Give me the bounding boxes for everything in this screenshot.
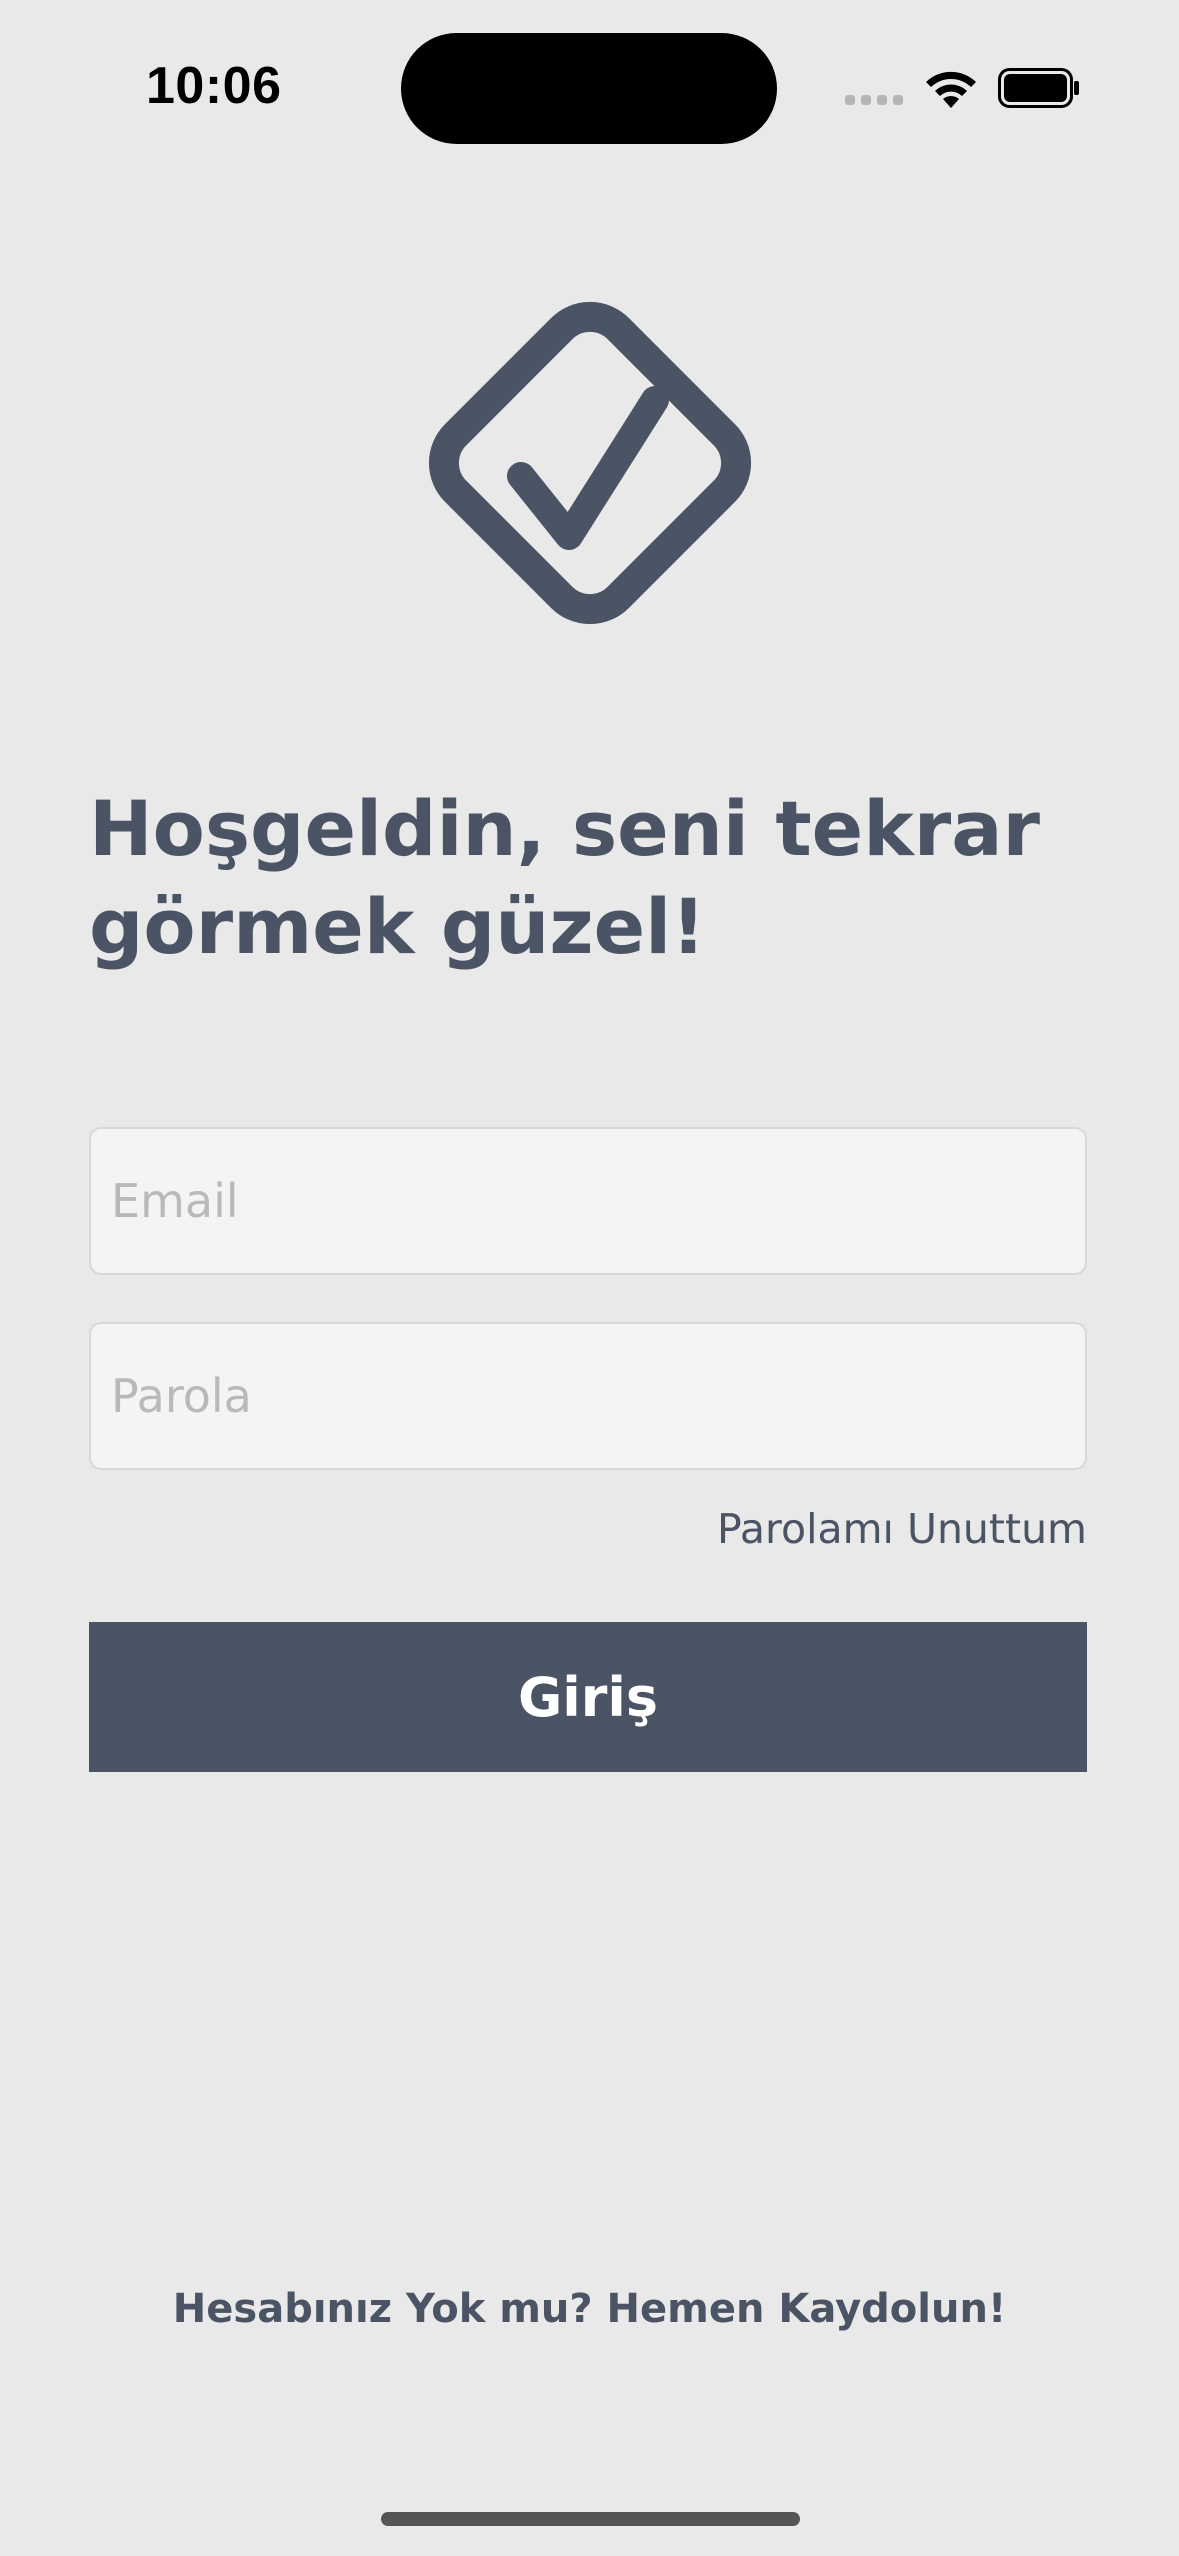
status-bar-time: 10:06 — [146, 57, 282, 115]
signup-link[interactable]: Hesabınız Yok mu? Hemen Kaydolun! — [0, 2286, 1179, 2332]
battery-icon — [998, 68, 1079, 108]
cellular-signal-icon — [845, 95, 903, 105]
dynamic-island — [401, 33, 777, 144]
password-field[interactable] — [89, 1322, 1087, 1470]
home-indicator[interactable] — [381, 2512, 800, 2526]
page-title: Hoşgeldin, seni tekrar görmek güzel! — [89, 784, 1041, 971]
login-button[interactable]: Giriş — [89, 1622, 1087, 1772]
login-button-label: Giriş — [517, 1665, 659, 1729]
forgot-password-link[interactable]: Parolamı Unuttum — [717, 1505, 1087, 1553]
email-field[interactable] — [89, 1127, 1087, 1275]
wifi-icon — [926, 71, 976, 108]
checkmark-diamond-icon — [428, 301, 752, 625]
